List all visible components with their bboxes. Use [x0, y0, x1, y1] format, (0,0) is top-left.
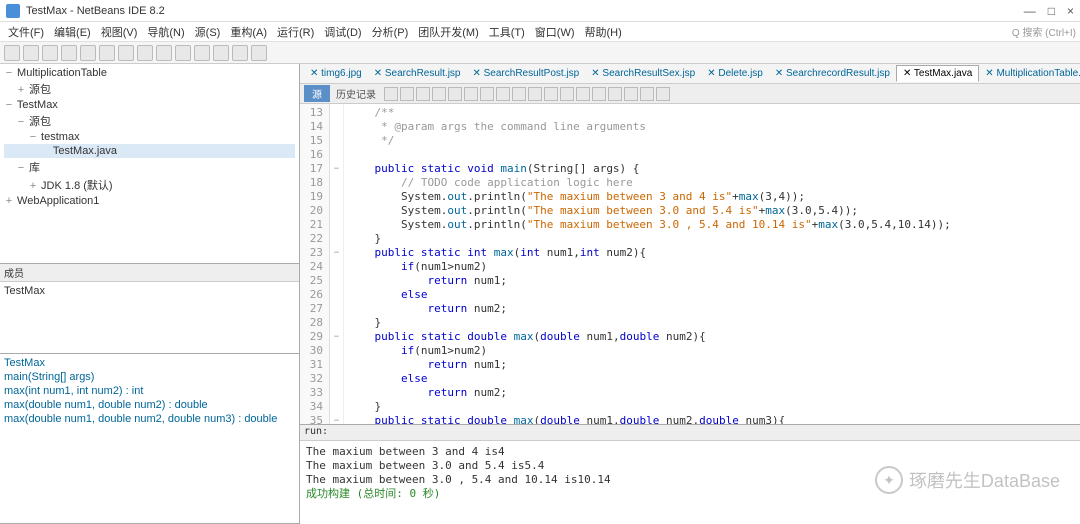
editor-toolbar-button[interactable]: [464, 87, 478, 101]
source-button[interactable]: 源: [304, 85, 330, 102]
toolbar-button[interactable]: [99, 45, 115, 61]
menu-item[interactable]: 工具(T): [485, 22, 529, 42]
menu-item[interactable]: 视图(V): [97, 22, 142, 42]
editor-tab[interactable]: ✕ TestMax.java: [896, 65, 979, 82]
toolbar-button[interactable]: [80, 45, 96, 61]
menu-item[interactable]: 文件(F): [4, 22, 48, 42]
editor-tab[interactable]: ✕ Delete.jsp: [701, 66, 769, 81]
editor-toolbar-button[interactable]: [480, 87, 494, 101]
menu-item[interactable]: 源(S): [191, 22, 225, 42]
menu-item[interactable]: 调试(D): [320, 22, 365, 42]
editor-toolbar-button[interactable]: [544, 87, 558, 101]
tree-node[interactable]: + JDK 1.8 (默认): [4, 176, 295, 194]
main-toolbar: [0, 42, 1080, 64]
maximize-button[interactable]: □: [1048, 4, 1055, 18]
tree-node[interactable]: − testmax: [4, 130, 295, 144]
editor-toolbar-button[interactable]: [448, 87, 462, 101]
project-tree[interactable]: − MultiplicationTable+ 源包− TestMax− 源包− …: [0, 64, 299, 210]
navigator-panel: 成员 TestMax: [0, 264, 299, 354]
member-item[interactable]: main(String[] args): [4, 370, 295, 384]
toolbar-button[interactable]: [194, 45, 210, 61]
code-content[interactable]: /** * @param args the command line argum…: [344, 104, 1080, 424]
editor-tab[interactable]: ✕ SearchResultPost.jsp: [466, 66, 585, 81]
navigator-head: 成员: [0, 264, 299, 282]
editor-tab[interactable]: ✕ SearchResultSex.jsp: [585, 66, 701, 81]
tree-node[interactable]: − TestMax: [4, 98, 295, 112]
toolbar-button[interactable]: [4, 45, 20, 61]
title-bar: TestMax - NetBeans IDE 8.2 — □ ×: [0, 0, 1080, 22]
editor-toolbar-button[interactable]: [528, 87, 542, 101]
menu-item[interactable]: 编辑(E): [50, 22, 95, 42]
member-item[interactable]: max(int num1, int num2) : int: [4, 384, 295, 398]
tree-node[interactable]: − 源包: [4, 112, 295, 130]
close-button[interactable]: ×: [1067, 4, 1074, 18]
editor-toolbar-button[interactable]: [384, 87, 398, 101]
editor-toolbar-button[interactable]: [656, 87, 670, 101]
window-title: TestMax - NetBeans IDE 8.2: [26, 5, 1024, 17]
tree-node[interactable]: + WebApplication1: [4, 194, 295, 208]
menu-item[interactable]: 导航(N): [143, 22, 188, 42]
line-gutter: 1314151617181920212223242526272829303132…: [300, 104, 330, 424]
menu-item[interactable]: 团队开发(M): [414, 22, 483, 42]
toolbar-button[interactable]: [251, 45, 267, 61]
editor-tab[interactable]: ✕ SearchResult.jsp: [368, 66, 467, 81]
tree-node[interactable]: + 源包: [4, 80, 295, 98]
toolbar-button[interactable]: [175, 45, 191, 61]
tree-node[interactable]: TestMax.java: [4, 144, 295, 158]
menu-item[interactable]: 重构(A): [226, 22, 271, 42]
left-panel: − MultiplicationTable+ 源包− TestMax− 源包− …: [0, 64, 300, 524]
output-panel: run: The maxium between 3 and 4 is4The m…: [300, 424, 1080, 524]
editor-toolbar-button[interactable]: [592, 87, 606, 101]
editor-toolbar-button[interactable]: [576, 87, 590, 101]
editor-toolbar-button[interactable]: [432, 87, 446, 101]
editor-toolbar-button[interactable]: [608, 87, 622, 101]
minimize-button[interactable]: —: [1024, 4, 1036, 18]
fold-gutter[interactable]: −−−−: [330, 104, 344, 424]
member-item[interactable]: TestMax: [4, 356, 295, 370]
editor-tabs: ✕ timg6.jpg✕ SearchResult.jsp✕ SearchRes…: [300, 64, 1080, 84]
editor-toolbar-button[interactable]: [624, 87, 638, 101]
toolbar-button[interactable]: [23, 45, 39, 61]
menu-item[interactable]: 帮助(H): [581, 22, 626, 42]
search-hint[interactable]: Q 搜索 (Ctrl+I): [1012, 24, 1076, 39]
editor-toolbar-button[interactable]: [512, 87, 526, 101]
editor-toolbar-button[interactable]: [496, 87, 510, 101]
editor-toolbar-button[interactable]: [560, 87, 574, 101]
window-buttons: — □ ×: [1024, 4, 1074, 18]
menu-bar: 文件(F)编辑(E)视图(V)导航(N)源(S)重构(A)运行(R)调试(D)分…: [0, 22, 1080, 42]
navigator-tree[interactable]: TestMax: [0, 282, 299, 300]
editor-toolbar-button[interactable]: [400, 87, 414, 101]
editor-area: ✕ timg6.jpg✕ SearchResult.jsp✕ SearchRes…: [300, 64, 1080, 524]
toolbar-button[interactable]: [137, 45, 153, 61]
toolbar-button[interactable]: [61, 45, 77, 61]
members-list[interactable]: TestMax main(String[] args) max(int num1…: [0, 354, 299, 428]
tree-node[interactable]: − 库: [4, 158, 295, 176]
menu-item[interactable]: 窗口(W): [531, 22, 579, 42]
toolbar-button[interactable]: [156, 45, 172, 61]
output-body[interactable]: The maxium between 3 and 4 is4The maxium…: [300, 441, 1080, 505]
app-icon: [6, 4, 20, 18]
history-button[interactable]: 历史记录: [336, 86, 376, 101]
editor-toolbar-button[interactable]: [416, 87, 430, 101]
menu-item[interactable]: 分析(P): [368, 22, 413, 42]
toolbar-button[interactable]: [213, 45, 229, 61]
code-editor[interactable]: 1314151617181920212223242526272829303132…: [300, 104, 1080, 424]
output-head: run:: [300, 425, 1080, 441]
nav-node[interactable]: TestMax: [4, 284, 295, 298]
editor-tab[interactable]: ✕ timg6.jpg: [304, 66, 368, 81]
member-item[interactable]: max(double num1, double num2, double num…: [4, 412, 295, 426]
toolbar-button[interactable]: [42, 45, 58, 61]
tree-node[interactable]: − MultiplicationTable: [4, 66, 295, 80]
editor-toolbar-button[interactable]: [640, 87, 654, 101]
editor-tab[interactable]: ✕ SearchrecordResult.jsp: [769, 66, 896, 81]
member-item[interactable]: max(double num1, double num2) : double: [4, 398, 295, 412]
menu-item[interactable]: 运行(R): [273, 22, 318, 42]
members-panel: TestMax main(String[] args) max(int num1…: [0, 354, 299, 524]
editor-tab[interactable]: ✕ MultiplicationTable.java: [979, 66, 1080, 81]
editor-toolbar: 源 历史记录: [300, 84, 1080, 104]
toolbar-button[interactable]: [232, 45, 248, 61]
projects-panel: − MultiplicationTable+ 源包− TestMax− 源包− …: [0, 64, 299, 264]
toolbar-button[interactable]: [118, 45, 134, 61]
main-area: − MultiplicationTable+ 源包− TestMax− 源包− …: [0, 64, 1080, 524]
